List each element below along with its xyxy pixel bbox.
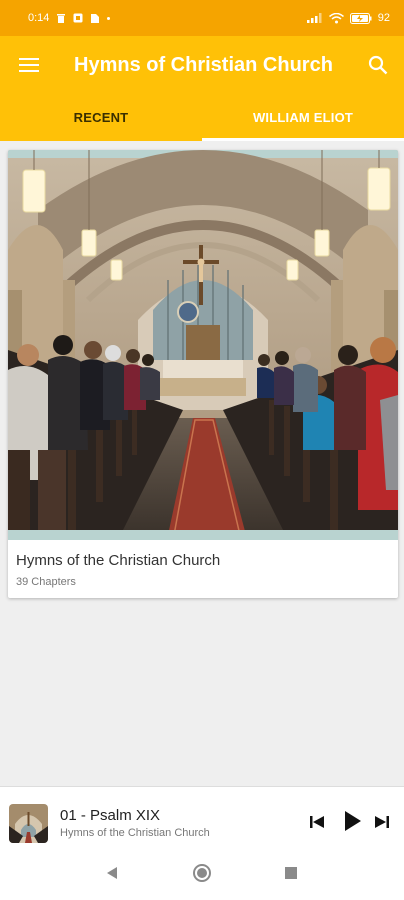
nav-home-button[interactable] — [187, 858, 217, 888]
play-button[interactable] — [338, 807, 366, 835]
battery-percent: 92 — [377, 12, 390, 24]
book-title: Hymns of the Christian Church — [16, 552, 221, 569]
app-bar: Hymns of Christian Church — [0, 36, 404, 94]
player-album-art — [9, 804, 48, 843]
status-left: 0:14 — [28, 12, 111, 24]
system-navigation-bar — [0, 846, 404, 900]
notification-dot-icon — [107, 16, 111, 20]
search-icon — [368, 55, 388, 75]
search-button[interactable] — [362, 49, 394, 81]
home-circle-icon — [193, 864, 211, 882]
status-right: 92 — [306, 12, 390, 24]
screen: 0:14 92 Hymns of Christian Church RECENT… — [0, 0, 404, 900]
next-button[interactable] — [371, 811, 393, 833]
tab-bar: RECENT WILLIAM ELIOT — [0, 94, 404, 141]
player-track-title: 01 - Psalm XIX — [60, 807, 161, 824]
signal-icon — [306, 13, 322, 23]
nav-recents-button[interactable] — [276, 858, 306, 888]
battery-charging-icon — [349, 12, 372, 24]
tab-selected-indicator — [202, 138, 404, 141]
wifi-icon — [328, 12, 344, 23]
tab-recent[interactable]: RECENT — [0, 94, 202, 141]
book-card[interactable]: Hymns of the Christian Church 39 Chapter… — [8, 150, 398, 598]
mini-player[interactable]: 01 - Psalm XIX Hymns of the Christian Ch… — [0, 786, 404, 847]
app-title: Hymns of Christian Church — [74, 53, 333, 76]
tab-william-eliot-label: WILLIAM ELIOT — [252, 110, 354, 125]
trash-icon — [57, 14, 66, 23]
player-album: Hymns of the Christian Church — [60, 827, 210, 839]
menu-icon — [19, 58, 39, 72]
previous-button[interactable] — [306, 811, 328, 833]
play-icon — [345, 811, 361, 831]
file-icon — [91, 14, 100, 23]
status-time: 0:14 — [28, 12, 50, 24]
nav-back-button[interactable] — [97, 858, 127, 888]
book-card-body: Hymns of the Christian Church 39 Chapter… — [8, 540, 398, 588]
status-bar: 0:14 92 — [0, 0, 404, 36]
app-notification-icon — [73, 13, 83, 23]
skip-previous-icon — [310, 816, 324, 828]
back-triangle-icon — [107, 867, 117, 879]
book-cover-image — [8, 150, 398, 540]
skip-next-icon — [375, 816, 389, 828]
tab-william-eliot[interactable]: WILLIAM ELIOT — [202, 94, 404, 141]
recents-square-icon — [285, 867, 297, 879]
menu-button[interactable] — [0, 36, 58, 94]
book-chapters: 39 Chapters — [16, 576, 76, 588]
